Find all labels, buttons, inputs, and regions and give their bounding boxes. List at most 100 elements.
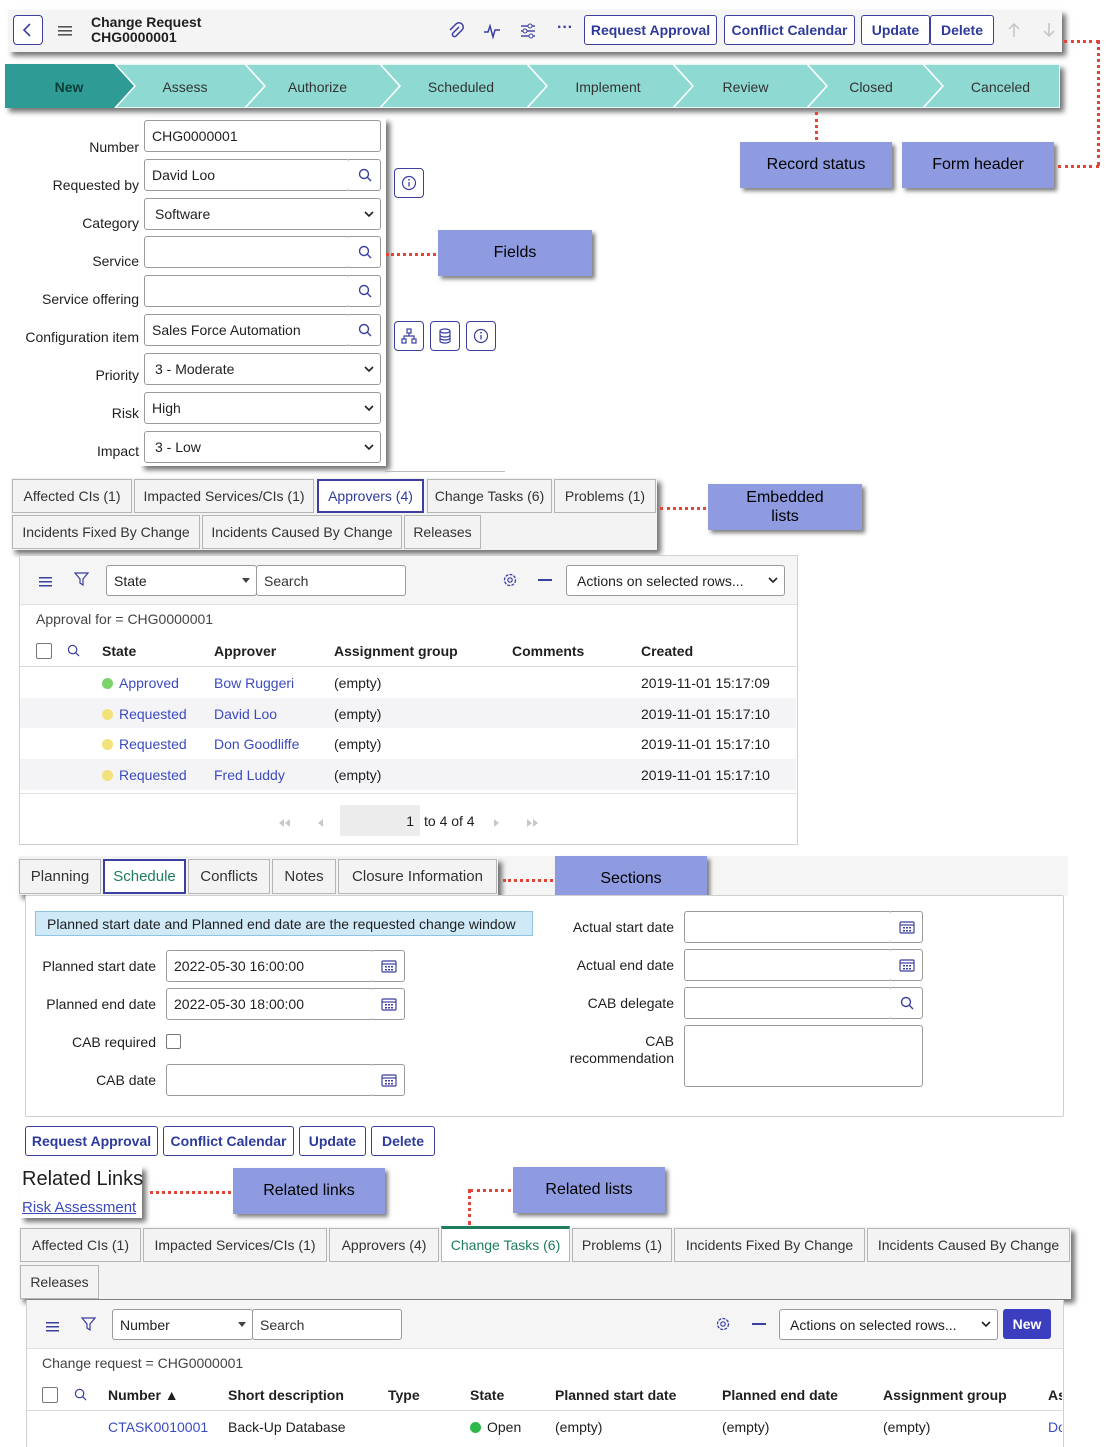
column-header-short-description[interactable]: Short description — [228, 1387, 344, 1403]
column-header-task-state[interactable]: State — [470, 1387, 504, 1403]
filter-icon[interactable] — [73, 572, 90, 589]
back-button[interactable] — [13, 15, 43, 45]
column-header-comments[interactable]: Comments — [512, 643, 584, 659]
previous-page-icon[interactable] — [316, 815, 324, 831]
section-tab-notes[interactable]: Notes — [272, 859, 336, 894]
tab-approvers[interactable]: Approvers (4) — [317, 479, 424, 513]
requested-by-info-button[interactable] — [394, 168, 424, 198]
requested-by-field[interactable]: David Loo — [144, 159, 350, 191]
approver-cell[interactable]: Fred Luddy — [214, 767, 285, 783]
tab-releases[interactable]: Releases — [404, 515, 481, 549]
column-header-type[interactable]: Type — [388, 1387, 420, 1403]
planned-end-field[interactable]: 2022-05-30 18:00:00 — [166, 988, 374, 1020]
ci-dependency-button[interactable] — [394, 321, 424, 351]
bottom-update-button[interactable]: Update — [299, 1126, 366, 1156]
column-header-state[interactable]: State — [102, 643, 136, 659]
column-header-number[interactable]: Number ▲ — [108, 1387, 179, 1403]
planned-start-field[interactable]: 2022-05-30 16:00:00 — [166, 950, 374, 982]
configuration-item-lookup-button[interactable] — [349, 314, 381, 346]
approver-cell[interactable]: David Loo — [214, 706, 277, 722]
table-row[interactable]: Requested David Loo (empty) 2019-11-01 1… — [20, 698, 796, 729]
column-header-task-assignment-group[interactable]: Assignment group — [883, 1387, 1007, 1403]
tasks-breadcrumb[interactable]: Change request = CHG0000001 — [42, 1355, 243, 1371]
tasks-select-all-checkbox[interactable] — [42, 1387, 58, 1403]
approvals-breadcrumb[interactable]: Approval for = CHG0000001 — [36, 611, 213, 627]
conflict-calendar-button[interactable]: Conflict Calendar — [724, 15, 855, 45]
request-approval-button[interactable]: Request Approval — [584, 15, 717, 45]
actual-end-field[interactable] — [684, 949, 892, 981]
approver-cell[interactable]: Don Goodliffe — [214, 736, 299, 752]
actual-start-calendar-button[interactable] — [891, 911, 923, 943]
table-row[interactable]: Approved Bow Ruggeri (empty) 2019-11-01 … — [20, 667, 796, 698]
task-number-cell[interactable]: CTASK0010001 — [108, 1419, 208, 1435]
planned-end-calendar-button[interactable] — [373, 988, 405, 1020]
tab-impacted-services[interactable]: Impacted Services/CIs (1) — [134, 479, 314, 513]
related-tab-affected-cis[interactable]: Affected CIs (1) — [20, 1228, 141, 1262]
risk-select[interactable]: High — [144, 392, 381, 424]
related-tab-approvers[interactable]: Approvers (4) — [329, 1228, 439, 1262]
category-select[interactable]: Software — [144, 198, 381, 230]
arrow-up-icon[interactable] — [1007, 22, 1021, 41]
tasks-actions-select[interactable]: Actions on selected rows... — [779, 1309, 998, 1340]
impact-select[interactable]: 3 - Low — [144, 431, 381, 463]
related-tab-problems[interactable]: Problems (1) — [572, 1228, 672, 1262]
service-offering-field[interactable] — [144, 275, 350, 307]
requested-by-lookup-button[interactable] — [349, 159, 381, 191]
table-row[interactable]: Requested Don Goodliffe (empty) 2019-11-… — [20, 728, 796, 759]
personalize-gear-icon[interactable] — [502, 572, 518, 591]
update-button[interactable]: Update — [861, 15, 930, 45]
tab-affected-cis[interactable]: Affected CIs (1) — [12, 479, 132, 513]
bottom-conflict-calendar-button[interactable]: Conflict Calendar — [163, 1126, 294, 1156]
section-tab-closure-information[interactable]: Closure Information — [338, 859, 497, 894]
activity-icon[interactable] — [483, 22, 501, 43]
tab-change-tasks[interactable]: Change Tasks (6) — [427, 479, 552, 513]
section-tab-planning[interactable]: Planning — [19, 859, 101, 894]
paperclip-icon[interactable] — [448, 22, 464, 43]
select-all-checkbox[interactable] — [36, 643, 52, 659]
column-header-planned-start[interactable]: Planned start date — [555, 1387, 676, 1403]
ci-info-button[interactable] — [466, 321, 496, 351]
table-row[interactable]: CTASK0010001 Back-Up Database Open (empt… — [26, 1411, 1062, 1442]
arrow-down-icon[interactable] — [1042, 22, 1056, 41]
tasks-column-search-icon[interactable] — [74, 1388, 87, 1404]
tasks-filter-icon[interactable] — [80, 1317, 97, 1334]
service-lookup-button[interactable] — [349, 236, 381, 268]
more-options-icon[interactable]: ··· — [557, 19, 573, 37]
bottom-request-approval-button[interactable]: Request Approval — [25, 1126, 158, 1156]
tab-problems[interactable]: Problems (1) — [554, 479, 656, 513]
tab-incidents-fixed[interactable]: Incidents Fixed By Change — [12, 515, 200, 549]
related-tab-releases[interactable]: Releases — [20, 1265, 99, 1299]
tasks-list-menu-icon[interactable] — [46, 1319, 59, 1335]
tasks-filter-field-select[interactable]: Number — [112, 1309, 253, 1340]
task-assigned-cell[interactable]: Do — [1048, 1419, 1062, 1435]
related-tab-change-tasks[interactable]: Change Tasks (6) — [441, 1226, 570, 1262]
tasks-search-input[interactable]: Search — [252, 1309, 402, 1340]
column-header-approver[interactable]: Approver — [214, 643, 276, 659]
related-tab-impacted-services[interactable]: Impacted Services/CIs (1) — [143, 1228, 327, 1262]
collapse-minus-icon[interactable] — [538, 579, 552, 581]
approvals-actions-select[interactable]: Actions on selected rows... — [566, 565, 785, 596]
number-field[interactable]: CHG0000001 — [144, 120, 381, 152]
state-cell[interactable]: Requested — [102, 736, 187, 752]
list-menu-icon[interactable] — [39, 574, 52, 590]
cab-required-checkbox[interactable] — [166, 1034, 181, 1049]
column-header-created[interactable]: Created — [641, 643, 693, 659]
priority-select[interactable]: 3 - Moderate — [144, 353, 381, 385]
delete-button[interactable]: Delete — [930, 15, 994, 45]
approvals-filter-field-select[interactable]: State — [106, 565, 257, 596]
next-page-icon[interactable] — [493, 815, 501, 831]
related-tab-incidents-caused[interactable]: Incidents Caused By Change — [867, 1228, 1070, 1262]
cab-recommendation-textarea[interactable] — [684, 1025, 923, 1087]
column-header-assignment-group[interactable]: Assignment group — [334, 643, 458, 659]
service-offering-lookup-button[interactable] — [349, 275, 381, 307]
state-cell[interactable]: Approved — [102, 675, 179, 691]
column-header-planned-end[interactable]: Planned end date — [722, 1387, 838, 1403]
planned-start-calendar-button[interactable] — [373, 950, 405, 982]
settings-sliders-icon[interactable] — [519, 22, 537, 43]
tasks-collapse-minus-icon[interactable] — [752, 1323, 766, 1325]
approver-cell[interactable]: Bow Ruggeri — [214, 675, 294, 691]
cab-delegate-lookup-button[interactable] — [891, 987, 923, 1019]
actual-end-calendar-button[interactable] — [891, 949, 923, 981]
risk-assessment-link[interactable]: Risk Assessment — [22, 1199, 136, 1216]
state-cell[interactable]: Requested — [102, 706, 187, 722]
